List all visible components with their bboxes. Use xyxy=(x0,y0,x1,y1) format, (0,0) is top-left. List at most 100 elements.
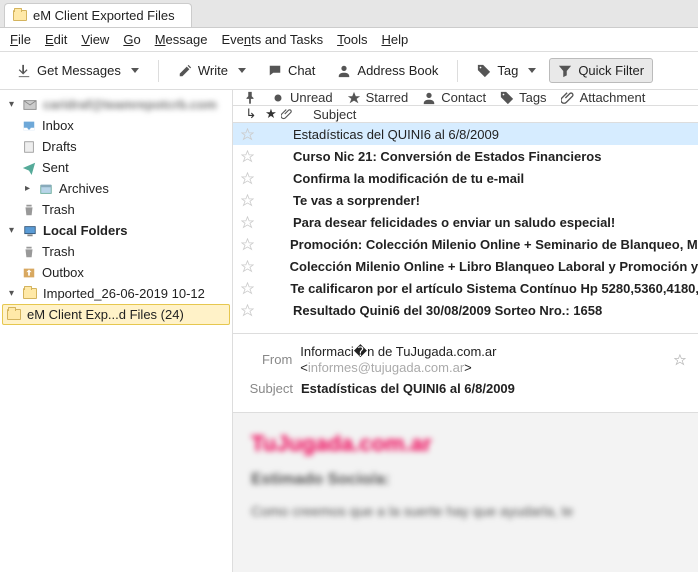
message-row[interactable]: Curso Nic 21: Conversión de Estados Fina… xyxy=(233,145,698,167)
star-toggle[interactable] xyxy=(241,172,261,185)
subject-column-header[interactable]: Subject xyxy=(301,107,356,122)
write-label: Write xyxy=(198,63,228,78)
menu-file[interactable]: File xyxy=(10,32,31,47)
toolbar-separator xyxy=(457,60,458,82)
address-book-button[interactable]: Address Book xyxy=(328,58,447,83)
filter-contact-label: Contact xyxy=(441,90,486,105)
filter-attachment[interactable]: Attachment xyxy=(561,90,646,105)
menu-go[interactable]: Go xyxy=(123,32,140,47)
filter-tags-label: Tags xyxy=(519,90,546,105)
inbox-icon xyxy=(22,119,36,133)
message-row[interactable]: Promoción: Colección Milenio Online + Se… xyxy=(233,233,698,255)
inbox-folder[interactable]: Inbox xyxy=(0,115,232,136)
get-messages-button[interactable]: Get Messages xyxy=(8,58,148,83)
collapse-icon[interactable]: ▾ xyxy=(6,288,17,299)
filter-unread[interactable]: Unread xyxy=(271,90,333,105)
message-subject: Colección Milenio Online + Libro Blanque… xyxy=(258,259,698,274)
local-folders-label: Local Folders xyxy=(43,223,128,238)
sent-folder[interactable]: Sent xyxy=(0,157,232,178)
star-icon xyxy=(347,91,361,105)
folder-tree: ▾ caridraf@teamrepotcrb.com Inbox Drafts… xyxy=(0,90,233,572)
filter-contact[interactable]: Contact xyxy=(422,90,486,105)
message-row[interactable]: Estadísticas del QUINI6 al 6/8/2009 xyxy=(233,123,698,145)
filter-attachment-label: Attachment xyxy=(580,90,646,105)
account-node[interactable]: ▾ caridraf@teamrepotcrb.com xyxy=(0,94,232,115)
trash-icon xyxy=(22,245,36,259)
filter-unread-label: Unread xyxy=(290,90,333,105)
menu-message[interactable]: Message xyxy=(155,32,208,47)
filter-starred[interactable]: Starred xyxy=(347,90,409,105)
archives-label: Archives xyxy=(59,181,109,196)
imported-folder[interactable]: ▾ Imported_26-06-2019 10-12 xyxy=(0,283,232,304)
attachment-icon xyxy=(561,91,575,105)
message-row[interactable]: Resultado Quini6 del 30/08/2009 Sorteo N… xyxy=(233,299,698,321)
message-subject: Curso Nic 21: Conversión de Estados Fina… xyxy=(261,149,601,164)
star-toggle[interactable] xyxy=(241,194,261,207)
message-row[interactable]: Colección Milenio Online + Libro Blanque… xyxy=(233,255,698,277)
menu-view[interactable]: View xyxy=(81,32,109,47)
window-tab[interactable]: eM Client Exported Files xyxy=(4,3,192,27)
filter-tags[interactable]: Tags xyxy=(500,90,546,105)
outbox-folder[interactable]: Outbox xyxy=(0,262,232,283)
message-subject: Para desear felicidades o enviar un salu… xyxy=(261,215,615,230)
preview-text: Como creemos que a la suerte hay que ayu… xyxy=(251,503,680,519)
preview-body: TuJugada.com.ar Estimado Socio/a: Como c… xyxy=(233,413,698,572)
account-label: caridraf@teamrepotcrb.com xyxy=(43,97,217,112)
write-button[interactable]: Write xyxy=(169,58,255,83)
archives-folder[interactable]: ▸ Archives xyxy=(0,178,232,199)
local-trash-label: Trash xyxy=(42,244,75,259)
message-subject: Confirma la modificación de tu e-mail xyxy=(261,171,524,186)
outbox-label: Outbox xyxy=(42,265,84,280)
star-toggle[interactable] xyxy=(241,304,261,317)
thread-column-icon[interactable]: ↳ xyxy=(241,106,261,122)
message-row[interactable]: Para desear felicidades o enviar un salu… xyxy=(233,211,698,233)
message-list-header: ↳ ★ Subject xyxy=(233,106,698,123)
trash-folder[interactable]: Trash xyxy=(0,199,232,220)
message-row[interactable]: Confirma la modificación de tu e-mail xyxy=(233,167,698,189)
message-subject: Promoción: Colección Milenio Online + Se… xyxy=(258,237,698,252)
sent-icon xyxy=(22,161,36,175)
quick-filter-label: Quick Filter xyxy=(578,63,644,78)
star-toggle[interactable] xyxy=(241,150,261,163)
collapse-icon[interactable]: ▾ xyxy=(6,225,17,236)
expand-icon[interactable]: ▸ xyxy=(22,183,33,194)
subject-value: Estadísticas del QUINI6 al 6/8/2009 xyxy=(301,381,515,396)
selected-folder[interactable]: eM Client Exp...d Files (24) xyxy=(2,304,230,325)
unread-dot-icon xyxy=(271,91,285,105)
star-toggle[interactable] xyxy=(241,216,261,229)
preview-header: From Informaci�n de TuJugada.com.ar <inf… xyxy=(233,334,698,413)
menu-help[interactable]: Help xyxy=(381,32,408,47)
local-folders-node[interactable]: ▾ Local Folders xyxy=(0,220,232,241)
mail-account-icon xyxy=(23,98,37,112)
local-trash-folder[interactable]: Trash xyxy=(0,241,232,262)
message-row[interactable]: Te calificaron por el artículo Sistema C… xyxy=(233,277,698,299)
folder-icon xyxy=(23,288,37,299)
window-tab-bar: eM Client Exported Files xyxy=(0,0,698,28)
drafts-icon xyxy=(22,140,36,154)
star-toggle[interactable] xyxy=(241,282,258,295)
trash-icon xyxy=(22,203,36,217)
star-toggle[interactable] xyxy=(241,260,258,273)
tag-button[interactable]: Tag xyxy=(468,58,545,83)
star-icon[interactable] xyxy=(674,354,686,366)
quick-filter-bar: Unread Starred Contact Tags Attachment xyxy=(233,90,698,106)
menu-edit[interactable]: Edit xyxy=(45,32,67,47)
collapse-icon[interactable]: ▾ xyxy=(6,99,17,110)
message-row[interactable]: Te vas a sorprender! xyxy=(233,189,698,211)
preview-greeting: Estimado Socio/a: xyxy=(251,471,680,489)
subject-label: Subject xyxy=(245,381,293,396)
star-toggle[interactable] xyxy=(241,238,258,251)
filter-starred-label: Starred xyxy=(366,90,409,105)
chat-label: Chat xyxy=(288,63,315,78)
menu-tools[interactable]: Tools xyxy=(337,32,367,47)
drafts-folder[interactable]: Drafts xyxy=(0,136,232,157)
quick-filter-button[interactable]: Quick Filter xyxy=(549,58,653,83)
menu-events-tasks[interactable]: Events and Tasks xyxy=(221,32,323,47)
attach-column-icon[interactable] xyxy=(281,108,301,120)
contact-icon xyxy=(422,91,436,105)
pin-icon[interactable] xyxy=(243,91,257,105)
chat-button[interactable]: Chat xyxy=(259,58,324,83)
menu-bar: File Edit View Go Message Events and Tas… xyxy=(0,28,698,52)
star-column-icon[interactable]: ★ xyxy=(261,106,281,122)
star-toggle[interactable] xyxy=(241,128,261,141)
